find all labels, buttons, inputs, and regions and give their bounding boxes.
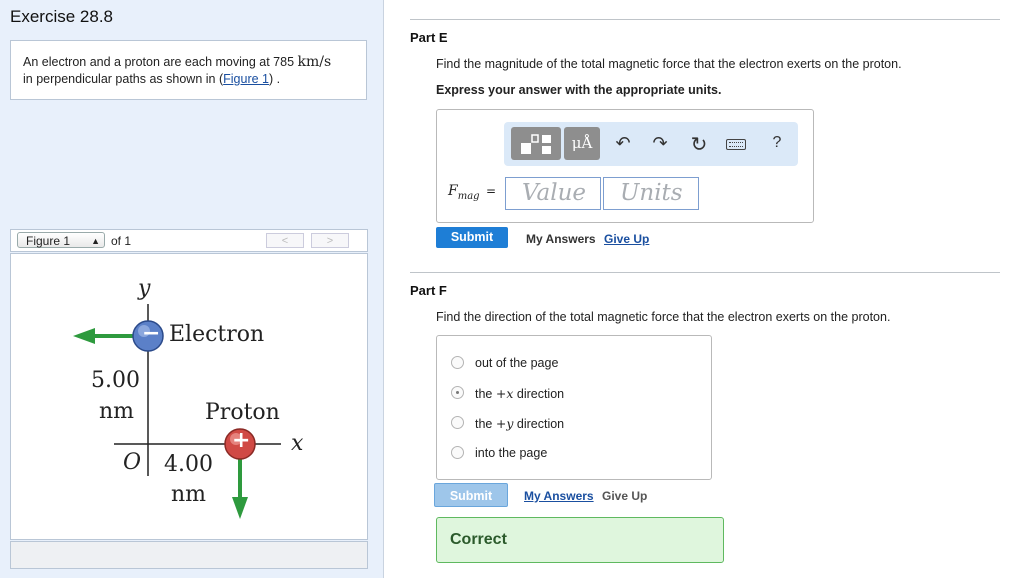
prev-figure-button[interactable]: < [266,233,304,248]
part-f-divider [410,272,1000,273]
help-icon[interactable]: ? [765,134,789,152]
part-f-give-up-link[interactable]: Give Up [602,489,647,503]
figure-select-value: Figure 1 [26,234,71,248]
origin-label: O [123,450,142,475]
figure-navigation-bar: Figure 1 ▲ of 1 < > [10,229,368,252]
figure-link[interactable]: Figure 1 [223,72,269,86]
radio-option-4[interactable] [451,446,464,459]
figure-count: of 1 [111,234,132,248]
template-icon [521,134,551,154]
radio-option-2[interactable] [451,386,464,399]
proton-sign: + [232,428,251,453]
electron-sign: − [142,321,161,346]
part-e-my-answers-link[interactable]: My Answers [526,232,596,246]
variable-subscript: mag [457,190,480,202]
part-e-instruction: Express your answer with the appropriate… [436,83,722,97]
value-input[interactable]: Value [505,177,601,210]
part-e-submit-button[interactable]: Submit [436,227,508,248]
speed-unit: km/s [297,54,332,70]
radio-option-3[interactable] [451,416,464,429]
part-f-submit-button[interactable]: Submit [434,483,508,507]
figure-select[interactable]: Figure 1 ▲ [17,232,105,248]
select-arrows-icon: ▲ [91,236,100,246]
feedback-correct: Correct [436,517,724,563]
units-button[interactable]: μÅ [564,127,600,160]
y-distance-value: 5.00 [91,368,140,393]
reset-icon[interactable]: ↻ [687,132,711,157]
problem-pane: Exercise 28.8 An electron and a proton a… [0,0,384,578]
units-input[interactable]: Units [603,177,699,210]
part-e-question: Find the magnitude of the total magnetic… [436,57,902,71]
undo-icon[interactable]: ↶ [611,133,635,154]
math-toolbar: μÅ ↶ ↷ ↻ ? [504,122,798,166]
option-label-3: the +y direction [475,416,565,431]
option-label-1: out of the page [475,356,559,370]
electron-label: Electron [169,322,265,347]
keyboard-icon[interactable] [726,139,746,150]
problem-text-1: An electron and a proton are each moving… [23,55,298,69]
part-e-give-up-link[interactable]: Give Up [604,232,649,246]
problem-text-2: in perpendicular paths as shown in ( [23,72,224,86]
variable-label: Fmag = [448,183,496,202]
templates-button[interactable] [511,127,561,160]
variable-symbol: F [448,183,458,199]
x-axis-label: x [291,431,304,456]
exercise-title: Exercise 28.8 [10,7,113,26]
part-f-title: Part F [410,283,447,298]
redo-icon[interactable]: ↷ [648,133,672,154]
figure-panel: y x O − Electron + Proton 5.00 nm 4.00 n… [10,253,368,540]
option-label-4: into the page [475,446,548,460]
x-distance-unit: nm [171,482,207,507]
y-distance-unit: nm [99,399,135,424]
problem-text-3: ) . [268,72,281,86]
proton-arrowhead [232,497,248,519]
equals-sign: = [486,184,497,198]
electron-arrowhead [73,328,95,344]
proton-label: Proton [205,400,280,425]
y-axis-label: y [138,276,151,301]
problem-statement: An electron and a proton are each moving… [10,40,367,100]
option-label-2: the +x direction [475,386,565,401]
x-distance-value: 4.00 [164,452,213,477]
figure-footer [10,541,368,569]
part-f-question: Find the direction of the total magnetic… [436,310,891,324]
part-f-my-answers-link[interactable]: My Answers [524,489,594,503]
next-figure-button[interactable]: > [311,233,349,248]
radio-option-1[interactable] [451,356,464,369]
part-e-title: Part E [410,30,448,45]
part-e-divider [410,19,1000,20]
